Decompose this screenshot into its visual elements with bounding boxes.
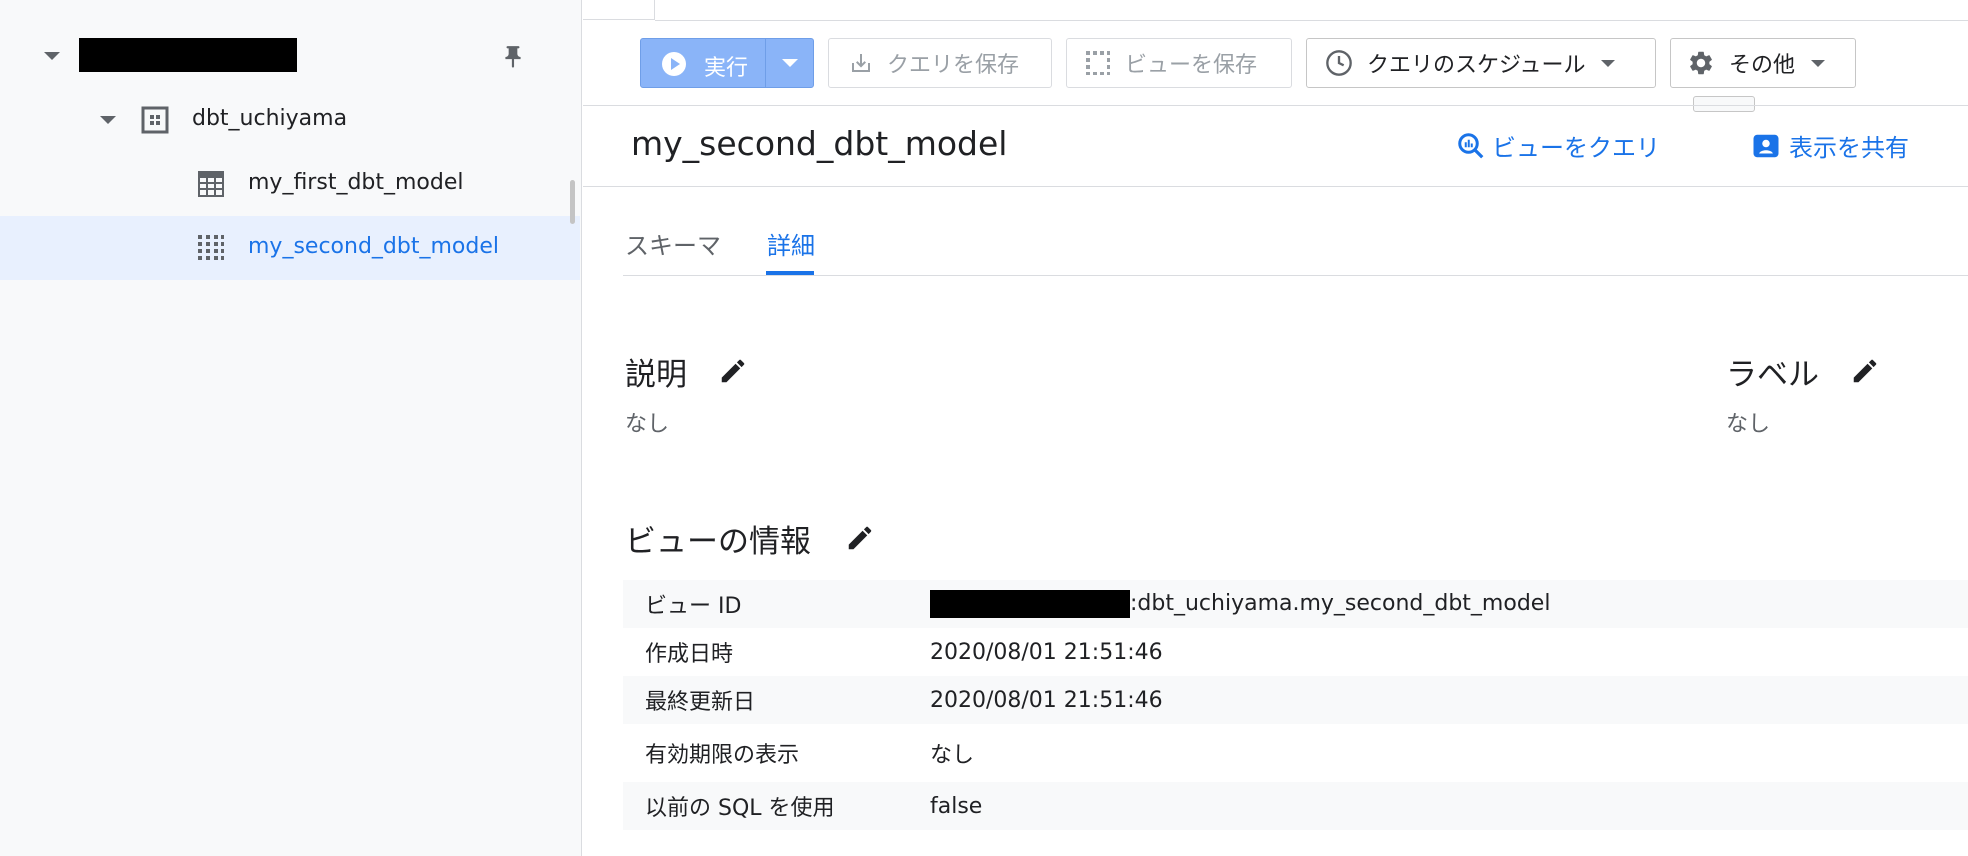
dataset-row[interactable]: dbt_uchiyama	[0, 88, 580, 152]
labels-value: なし	[1726, 412, 1771, 437]
chevron-down-icon	[1601, 59, 1616, 67]
redacted-project-name	[79, 38, 297, 72]
main-panel: 実行 クエリを保存 ビューを保存 クエリのスケジュール その他 my_secon…	[583, 0, 1968, 856]
run-options-caret-icon[interactable]	[782, 59, 798, 67]
project-row[interactable]	[0, 24, 580, 88]
table-row: 以前の SQL を使用 false	[623, 782, 1968, 830]
table-row: ビュー ID :dbt_uchiyama.my_second_dbt_model	[623, 580, 1968, 628]
row-value: 2020/08/01 21:51:46	[930, 639, 1163, 665]
sidebar-scrollbar[interactable]	[570, 180, 575, 224]
save-view-label: ビューを保存	[1125, 53, 1258, 78]
divider	[623, 275, 1968, 276]
share-label: 表示を共有	[1789, 134, 1909, 162]
divider	[655, 20, 1968, 21]
download-icon	[852, 54, 870, 72]
chevron-down-icon	[1811, 59, 1826, 67]
row-value: 2020/08/01 21:51:46	[930, 687, 1163, 713]
schedule-query-button[interactable]: クエリのスケジュール	[1306, 38, 1656, 88]
redacted-project-id	[930, 590, 1130, 618]
view-icon	[197, 234, 225, 266]
play-icon	[662, 52, 686, 76]
edit-view-info-icon[interactable]	[845, 523, 875, 557]
row-key: ビュー ID	[645, 594, 742, 619]
clock-icon	[1326, 50, 1352, 76]
table-row: 作成日時 2020/08/01 21:51:46	[623, 628, 1968, 676]
tab-details[interactable]: 詳細	[767, 226, 815, 261]
schedule-label: クエリのスケジュール	[1367, 53, 1586, 78]
row-value: なし	[930, 743, 975, 768]
labels-heading: ラベル	[1726, 357, 1819, 393]
run-button[interactable]: 実行	[640, 38, 814, 88]
row-key: 以前の SQL を使用	[645, 796, 835, 821]
row-key: 最終更新日	[645, 690, 756, 715]
query-view-link[interactable]: ビューをクエリ	[1456, 128, 1660, 163]
view-info-table: ビュー ID :dbt_uchiyama.my_second_dbt_model…	[623, 580, 1968, 830]
share-person-icon	[1753, 134, 1779, 157]
edit-labels-icon[interactable]	[1850, 356, 1880, 390]
run-label: 実行	[704, 56, 749, 81]
gear-icon	[1690, 51, 1712, 75]
divider	[583, 105, 1968, 106]
query-view-label: ビューをクエリ	[1492, 134, 1660, 162]
tree-item-my-second-dbt-model[interactable]: my_second_dbt_model	[0, 216, 580, 280]
tab-schema[interactable]: スキーマ	[625, 226, 721, 261]
toolbar-overflow-handle[interactable]	[1693, 96, 1755, 112]
description-heading: 説明	[625, 357, 687, 393]
save-query-label: クエリを保存	[887, 53, 1020, 78]
view-id-value: :dbt_uchiyama.my_second_dbt_model	[1130, 591, 1551, 616]
table-row: 有効期限の表示 なし	[623, 724, 1968, 782]
tree-item-label: my_second_dbt_model	[248, 234, 499, 259]
edit-description-icon[interactable]	[718, 356, 748, 390]
save-view-button[interactable]: ビューを保存	[1066, 38, 1292, 88]
query-search-icon	[1458, 132, 1484, 158]
table-row: 最終更新日 2020/08/01 21:51:46	[623, 676, 1968, 724]
share-view-link[interactable]: 表示を共有	[1751, 128, 1909, 163]
toolbar: 実行 クエリを保存 ビューを保存 クエリのスケジュール その他	[583, 38, 1968, 112]
more-label: その他	[1729, 53, 1796, 78]
expand-caret-icon[interactable]	[44, 52, 60, 60]
row-value: false	[930, 793, 983, 819]
row-key: 作成日時	[645, 642, 734, 667]
view-info-heading: ビューの情報	[625, 524, 811, 560]
pin-icon[interactable]	[500, 42, 526, 76]
editor-tab-stub[interactable]	[583, 0, 655, 20]
dataset-label: dbt_uchiyama	[192, 106, 348, 131]
table-icon	[197, 170, 225, 202]
divider	[583, 186, 1968, 187]
tree-item-my-first-dbt-model[interactable]: my_first_dbt_model	[0, 152, 580, 216]
dataset-icon	[141, 106, 169, 138]
row-value: :dbt_uchiyama.my_second_dbt_model	[930, 590, 1550, 618]
more-button[interactable]: その他	[1670, 38, 1856, 88]
divider	[765, 39, 766, 87]
row-key: 有効期限の表示	[645, 743, 800, 768]
save-query-button[interactable]: クエリを保存	[828, 38, 1052, 88]
expand-caret-icon[interactable]	[100, 116, 116, 124]
page-title: my_second_dbt_model	[631, 124, 1008, 163]
view-grid-icon	[1086, 51, 1110, 75]
tree-item-label: my_first_dbt_model	[248, 170, 464, 195]
description-value: なし	[625, 412, 670, 437]
sidebar: dbt_uchiyama my_first_dbt_model my_secon…	[0, 0, 582, 856]
